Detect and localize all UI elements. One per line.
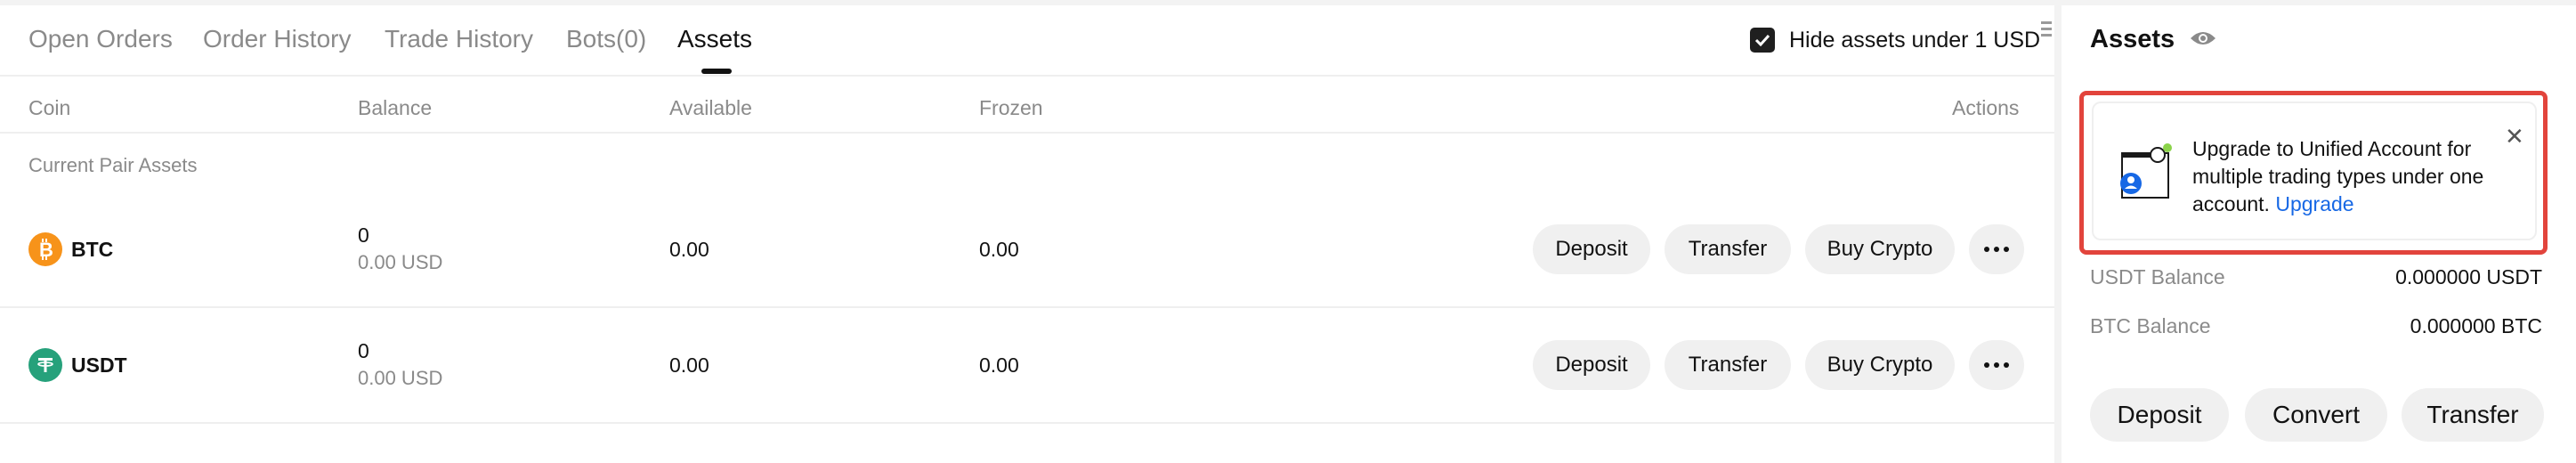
balance-usd: 0.00 USD bbox=[358, 251, 443, 273]
column-header-frozen: Frozen bbox=[979, 96, 1043, 119]
assets-summary-panel: Assets Upgrade to Unified Account for mu… bbox=[2062, 5, 2576, 463]
assets-table-panel: Open Orders Order History Trade History … bbox=[0, 5, 2054, 463]
column-header-available: Available bbox=[669, 96, 752, 119]
column-header-coin: Coin bbox=[28, 96, 71, 119]
btc-balance-label: BTC Balance bbox=[2090, 314, 2211, 337]
table-row: USDT 0 0.00 USD 0.00 0.00 Deposit Transf… bbox=[0, 308, 2054, 424]
column-header-actions: Actions bbox=[1952, 96, 2020, 119]
usdt-balance-label: USDT Balance bbox=[2090, 265, 2225, 288]
tab-open-orders[interactable]: Open Orders bbox=[28, 25, 173, 53]
checkbox-checked-icon[interactable] bbox=[1750, 28, 1775, 53]
eye-icon[interactable] bbox=[2189, 25, 2217, 54]
balance-amount: 0 bbox=[358, 223, 369, 247]
close-icon[interactable]: ✕ bbox=[2505, 123, 2524, 150]
btc-balance-value: 0.000000 BTC bbox=[2410, 314, 2542, 337]
upgrade-banner-text: Upgrade to Unified Account for multiple … bbox=[2192, 135, 2504, 218]
tab-order-history[interactable]: Order History bbox=[203, 25, 351, 53]
more-actions-button[interactable] bbox=[1969, 224, 2024, 274]
balance-cell: 0 0.00 USD bbox=[358, 223, 442, 274]
upgrade-banner: Upgrade to Unified Account for multiple … bbox=[2092, 102, 2537, 240]
tether-icon bbox=[28, 348, 62, 382]
tab-assets[interactable]: Assets bbox=[677, 25, 752, 53]
more-horizontal-icon bbox=[1984, 362, 2009, 368]
coin-cell: B BTC bbox=[28, 192, 113, 306]
coin-symbol: BTC bbox=[71, 237, 114, 261]
hide-small-assets-label: Hide assets under 1 USD bbox=[1789, 27, 2041, 53]
usdt-balance-value: 0.000000 USDT bbox=[2395, 265, 2542, 288]
available-amount: 0.00 bbox=[669, 238, 709, 261]
deposit-button[interactable]: Deposit bbox=[1533, 224, 1650, 274]
coin-cell: USDT bbox=[28, 308, 127, 422]
active-tab-indicator bbox=[701, 69, 732, 74]
tab-trade-history[interactable]: Trade History bbox=[385, 25, 533, 53]
divider bbox=[0, 132, 2054, 134]
transfer-button[interactable]: Transfer bbox=[1665, 224, 1791, 274]
available-amount: 0.00 bbox=[669, 353, 709, 377]
frozen-amount: 0.00 bbox=[979, 353, 1019, 377]
usdt-balance-row: USDT Balance 0.000000 USDT bbox=[2090, 265, 2542, 289]
wallet-upgrade-icon bbox=[2118, 142, 2175, 209]
tab-bots[interactable]: Bots(0) bbox=[566, 25, 646, 53]
more-actions-button[interactable] bbox=[1969, 340, 2024, 390]
transfer-button[interactable]: Transfer bbox=[1665, 340, 1791, 390]
frozen-amount: 0.00 bbox=[979, 238, 1019, 261]
panel-transfer-button[interactable]: Transfer bbox=[2402, 388, 2544, 442]
balance-amount: 0 bbox=[358, 339, 369, 362]
drag-handle-icon[interactable] bbox=[2041, 21, 2052, 40]
current-pair-assets-label: Current Pair Assets bbox=[28, 154, 198, 176]
tab-bar: Open Orders Order History Trade History … bbox=[0, 5, 2054, 77]
balance-usd: 0.00 USD bbox=[358, 367, 443, 389]
table-row: B BTC 0 0.00 USD 0.00 0.00 Deposit Trans… bbox=[0, 192, 2054, 308]
panel-title: Assets bbox=[2090, 25, 2217, 54]
buy-crypto-button[interactable]: Buy Crypto bbox=[1805, 224, 1955, 274]
btc-balance-row: BTC Balance 0.000000 BTC bbox=[2090, 314, 2542, 338]
more-horizontal-icon bbox=[1984, 247, 2009, 252]
panel-title-text: Assets bbox=[2090, 25, 2175, 53]
balance-cell: 0 0.00 USD bbox=[358, 339, 442, 390]
panel-convert-button[interactable]: Convert bbox=[2245, 388, 2387, 442]
coin-symbol: USDT bbox=[71, 353, 127, 377]
buy-crypto-button[interactable]: Buy Crypto bbox=[1805, 340, 1955, 390]
bitcoin-icon: B bbox=[28, 232, 62, 266]
hide-small-assets-toggle[interactable]: Hide assets under 1 USD bbox=[1750, 25, 2040, 55]
column-header-balance: Balance bbox=[358, 96, 433, 119]
panel-deposit-button[interactable]: Deposit bbox=[2090, 388, 2229, 442]
upgrade-link[interactable]: Upgrade bbox=[2275, 192, 2353, 215]
deposit-button[interactable]: Deposit bbox=[1533, 340, 1650, 390]
